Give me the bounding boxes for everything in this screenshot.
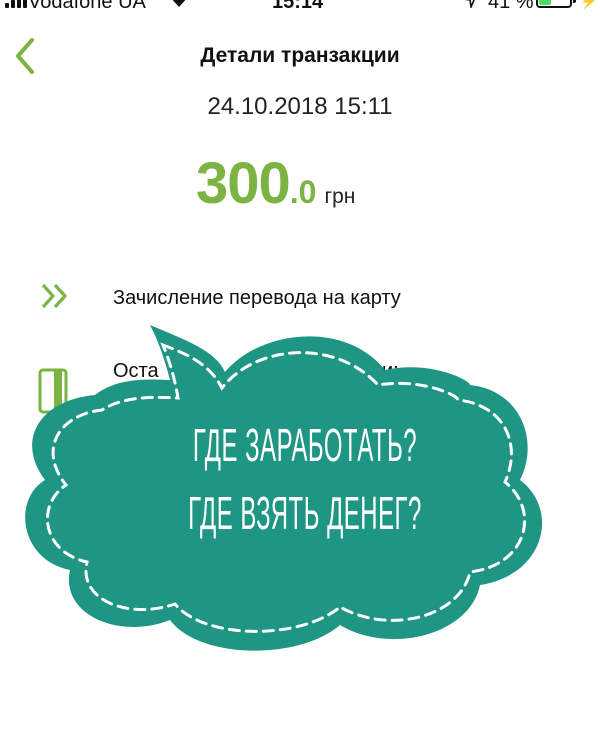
speech-cloud-banner — [25, 325, 543, 651]
cloud-line-2: ГДЕ ВЗЯТЬ ДЕНЕГ? — [188, 487, 422, 539]
cloud-line-1: ГДЕ ЗАРАБОТАТЬ? — [192, 419, 418, 471]
